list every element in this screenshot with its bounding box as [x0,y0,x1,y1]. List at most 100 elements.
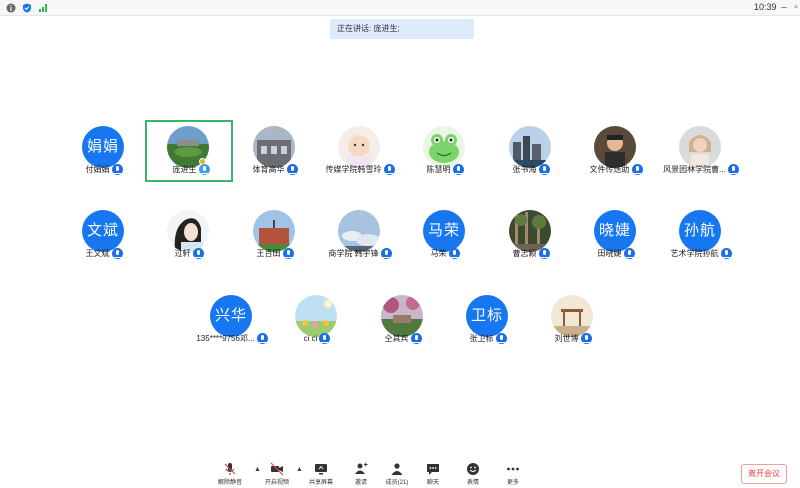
participant-name: 艺术学院孙航 [670,249,719,258]
minimize-icon[interactable]: – [778,0,790,16]
unmute-button[interactable]: 解除静音 [212,462,248,486]
meeting-toolbar: 解除静音 ▲ 开启视频 ▲ 共享屏幕 邀请 成员(21) 聊天 表情 更多 [0,456,800,488]
avatar [253,210,295,252]
participant-tile[interactable]: 商学院 韩宇锋 [316,204,404,266]
participant-name: 体育高华 [252,165,285,174]
participant-tile[interactable]: 传媒学院韩雪玲 [316,120,404,182]
speaking-indicator: 正在讲话: 庞进生; [330,19,474,39]
participant-tile[interactable]: 卫标 张卫标 [444,289,532,351]
participant-tile[interactable]: 文件传送助 [572,120,660,182]
participant-tile[interactable]: 娟娟 付娟娟 [60,120,148,182]
participant-name: 陈慧明 [426,165,451,174]
participant-name: 传媒学院韩雪玲 [325,165,382,174]
mic-off-icon [224,463,236,475]
participant-name: 王文斌 [85,249,110,258]
members-button[interactable]: 成员(21) [379,462,415,486]
avatar: 兴华 [210,295,252,337]
participant-tile[interactable]: 过轩 [145,204,233,266]
mic-muted-icon [631,164,643,175]
video-off-icon [270,462,284,476]
participant-tile[interactable]: ci ci [273,289,361,351]
clock: 10:39 [754,2,777,12]
mic-muted-icon [286,164,298,175]
avatar [423,126,465,168]
participant-tile[interactable]: 体育高华 [231,120,319,182]
chat-button[interactable]: 聊天 [415,462,451,486]
mic-muted-icon [538,248,550,259]
participant-name: 135****9756邓... [196,334,255,343]
mic-muted-icon [111,164,123,175]
participant-tile[interactable]: 仝其宾 [359,289,447,351]
chat-label: 聊天 [426,480,439,486]
reactions-button[interactable]: 表情 [455,462,491,486]
avatar: 娟娟 [82,126,124,168]
more-icon [507,467,519,471]
avatar [551,295,593,337]
participant-name: 曹志颖 [512,249,537,258]
invite-label: 邀请 [354,480,367,486]
avatar [167,210,209,252]
avatar [509,210,551,252]
participant-name: 庞进生 [172,165,197,174]
participant-tile-active[interactable]: 庞进生 [145,120,233,182]
participant-name: 过轩 [174,249,191,258]
avatar [338,210,380,252]
mic-muted-icon [319,333,331,344]
chevron-up-icon[interactable]: ▲ [296,466,303,473]
participant-name: 张卫标 [469,334,494,343]
participant-tile[interactable]: 风景园林学院曹... [657,120,745,182]
invite-icon [355,462,368,474]
participant-tile[interactable]: 张书海 [487,120,575,182]
mic-muted-icon [727,164,739,175]
participant-tile[interactable]: 王百田 [231,204,319,266]
mic-muted-icon [111,248,123,259]
mic-muted-icon [580,333,592,344]
participant-name: 文件传送助 [589,165,630,174]
avatar [253,126,295,168]
more-label: 更多 [506,480,519,486]
avatar [594,126,636,168]
mic-muted-icon [623,248,635,259]
participant-name: 马荣 [430,249,447,258]
participant-tile[interactable]: 陈慧明 [401,120,489,182]
avatar [338,126,380,168]
start-video-button[interactable]: 开启视频 [259,462,295,486]
chat-icon [427,464,439,475]
signal-icon[interactable] [38,3,48,13]
avatar [679,126,721,168]
more-button[interactable]: 更多 [495,462,531,486]
title-bar: 10:39 – ▫ [0,0,800,16]
share-screen-icon [315,464,327,475]
maximize-icon[interactable]: ▫ [790,0,800,16]
avatar: 文斌 [82,210,124,252]
participant-tile[interactable]: 晓婕 田晓婕 [572,204,660,266]
mic-muted-icon [448,248,460,259]
share-screen-button[interactable]: 共享屏幕 [303,462,339,486]
avatar: 孙航 [679,210,721,252]
participant-tile[interactable]: 刘世博 [529,289,617,351]
avatar [381,295,423,337]
participant-tile[interactable]: 曹志颖 [487,204,575,266]
participant-name: 王百田 [256,249,281,258]
mic-muted-icon [383,164,395,175]
mic-muted-icon [495,333,507,344]
mic-muted-icon [538,164,550,175]
participant-tile[interactable]: 马荣 马荣 [401,204,489,266]
invite-button[interactable]: 邀请 [343,462,379,486]
mic-muted-icon [410,333,422,344]
participant-name: 刘世博 [554,334,579,343]
participant-name: 风景园林学院曹... [663,165,726,174]
mic-muted-icon [282,248,294,259]
participant-tile[interactable]: 文斌 王文斌 [60,204,148,266]
participant-name: 田晓婕 [597,249,622,258]
mic-muted-icon [380,248,392,259]
avatar [295,295,337,337]
participant-tile[interactable]: 兴华 135****9756邓... [188,289,276,351]
participant-tile[interactable]: 孙航 艺术学院孙航 [657,204,745,266]
shield-icon[interactable] [22,3,32,13]
leave-meeting-button[interactable]: 离开会议 [741,464,787,484]
members-icon [391,463,403,475]
info-icon[interactable] [6,3,16,13]
members-label: 成员(21) [385,480,409,486]
participant-name: ci ci [303,334,318,343]
